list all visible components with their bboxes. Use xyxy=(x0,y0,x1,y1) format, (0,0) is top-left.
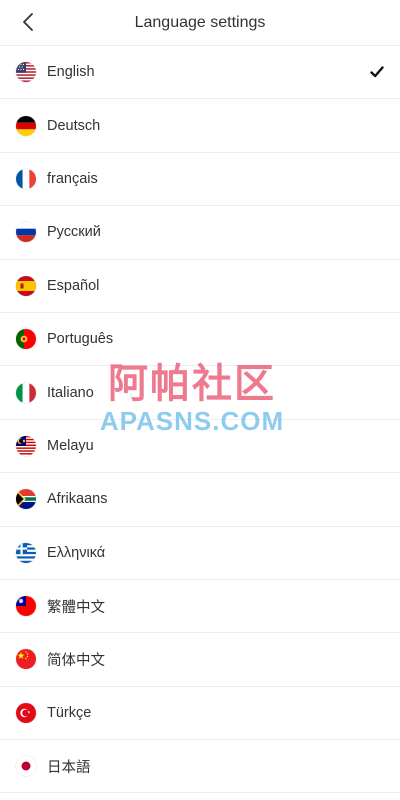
language-item-italiano[interactable]: Italiano xyxy=(0,366,400,420)
header: Language settings xyxy=(0,0,400,45)
language-label: 简体中文 xyxy=(47,652,105,669)
language-item-traditional-chinese[interactable]: 繁體中文 xyxy=(0,580,400,634)
language-label: Afrikaans xyxy=(47,491,108,508)
language-item-japanese[interactable]: 日本語 xyxy=(0,740,400,794)
language-label: 日本語 xyxy=(47,759,91,776)
it-flag-icon xyxy=(16,382,36,403)
tr-flag-icon xyxy=(16,702,36,723)
language-label: Português xyxy=(47,331,114,348)
checkmark-icon xyxy=(370,66,384,78)
language-item-francais[interactable]: français xyxy=(0,153,400,207)
chevron-left-icon xyxy=(23,13,33,31)
language-label: Español xyxy=(47,277,100,294)
language-item-afrikaans[interactable]: Afrikaans xyxy=(0,473,400,527)
language-item-deutsch[interactable]: Deutsch xyxy=(0,99,400,153)
language-label: 繁體中文 xyxy=(47,599,105,616)
fr-flag-icon xyxy=(16,168,36,189)
language-list: English Deutsch français Русский Español… xyxy=(0,45,400,794)
language-label: Melayu xyxy=(47,437,94,454)
back-button[interactable] xyxy=(14,8,42,36)
ru-flag-icon xyxy=(16,222,36,243)
language-item-greek[interactable]: Ελληνικά xyxy=(0,527,400,580)
cn-flag-icon xyxy=(16,649,36,670)
tw-flag-icon xyxy=(16,596,36,617)
es-flag-icon xyxy=(16,275,36,296)
language-label: Русский xyxy=(47,224,101,241)
gr-flag-icon xyxy=(16,542,36,563)
za-flag-icon xyxy=(16,489,36,510)
language-label: Ελληνικά xyxy=(47,544,106,561)
language-item-russian[interactable]: Русский xyxy=(0,206,400,260)
language-item-english[interactable]: English xyxy=(0,46,400,100)
language-label: Deutsch xyxy=(47,117,101,134)
us-flag-icon xyxy=(16,62,36,83)
my-flag-icon xyxy=(16,435,36,456)
language-label: Türkçe xyxy=(47,704,92,721)
page-title: Language settings xyxy=(134,13,266,31)
language-item-turkce[interactable]: Türkçe xyxy=(0,687,400,741)
language-item-melayu[interactable]: Melayu xyxy=(0,420,400,474)
language-label: français xyxy=(47,170,98,187)
language-label: English xyxy=(47,64,95,81)
de-flag-icon xyxy=(16,115,36,136)
language-item-espanol[interactable]: Español xyxy=(0,260,400,313)
pt-flag-icon xyxy=(16,329,36,350)
language-settings-page: Language settings English Deutsch frança… xyxy=(0,0,400,800)
language-item-portugues[interactable]: Português xyxy=(0,313,400,367)
language-label: Italiano xyxy=(47,384,94,401)
jp-flag-icon xyxy=(16,756,36,777)
language-item-simplified-chinese[interactable]: 简体中文 xyxy=(0,633,400,687)
